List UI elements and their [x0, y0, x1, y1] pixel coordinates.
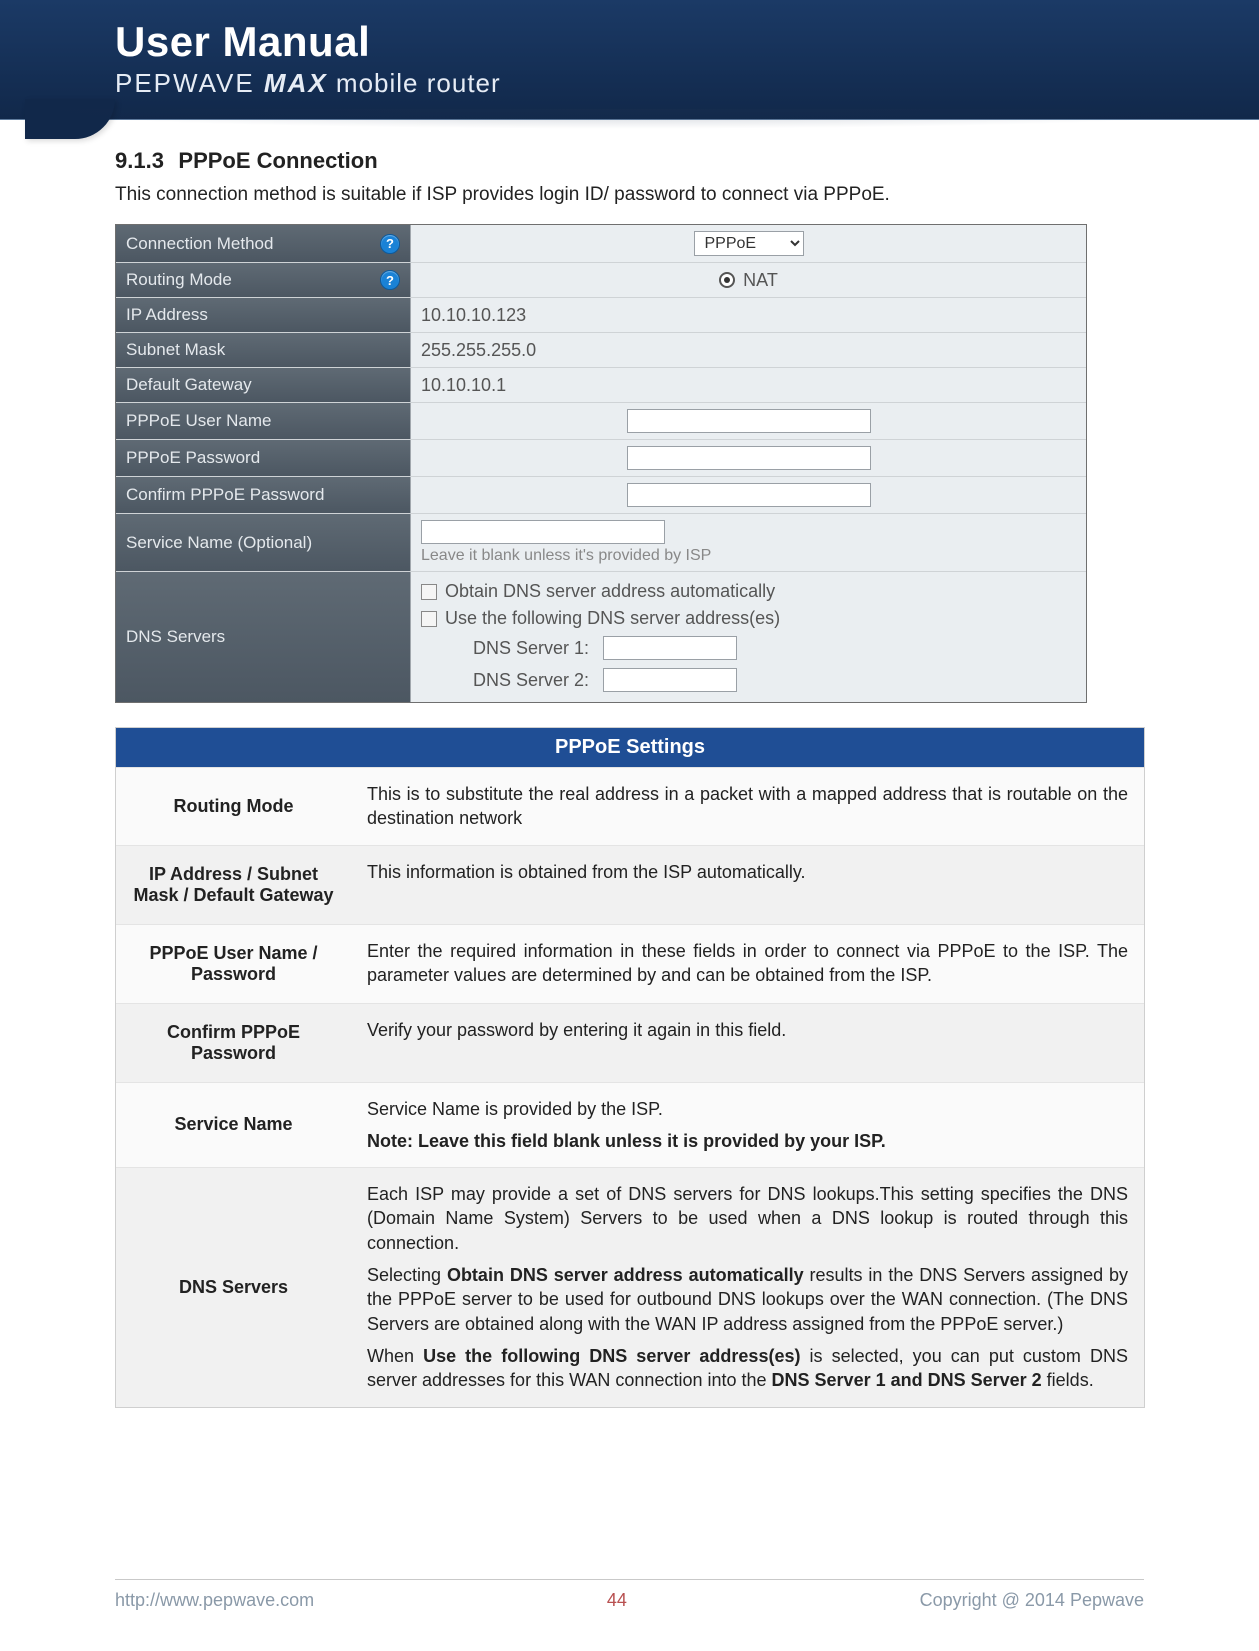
page-footer: http://www.pepwave.com 44 Copyright @ 20… — [115, 1579, 1144, 1611]
label-routing-mode-text: Routing Mode — [126, 270, 232, 290]
label-connection-method-text: Connection Method — [126, 234, 273, 254]
value-routing-mode: NAT — [411, 263, 1086, 297]
value-ip-address: 10.10.10.123 — [411, 298, 1086, 332]
service-name-line2: Note: Leave this field blank unless it i… — [367, 1129, 1128, 1153]
routing-mode-nat-label: NAT — [743, 270, 778, 291]
pppoe-username-input[interactable] — [627, 409, 871, 433]
footer-url: http://www.pepwave.com — [115, 1590, 314, 1611]
dns-auto-checkbox[interactable] — [421, 584, 437, 600]
settings-desc-ip-subnet-gateway: This information is obtained from the IS… — [351, 846, 1144, 924]
section-number: 9.1.3 — [115, 148, 164, 173]
dns-manual-checkbox[interactable] — [421, 611, 437, 627]
dns-manual-label: Use the following DNS server address(es) — [445, 608, 780, 629]
settings-label-confirm-password: Confirm PPPoE Password — [116, 1004, 351, 1082]
help-icon[interactable]: ? — [380, 234, 400, 254]
settings-table-header: PPPoE Settings — [116, 728, 1144, 767]
service-name-hint: Leave it blank unless it's provided by I… — [421, 547, 1076, 565]
dns-desc-p1: Each ISP may provide a set of DNS server… — [367, 1182, 1128, 1255]
dns-auto-label: Obtain DNS server address automatically — [445, 581, 775, 602]
dns-desc-p2: Selecting Obtain DNS server address auto… — [367, 1263, 1128, 1336]
settings-desc-service-name: Service Name is provided by the ISP. Not… — [351, 1083, 1144, 1168]
dns1-label: DNS Server 1: — [473, 638, 603, 659]
settings-desc-confirm-password: Verify your password by entering it agai… — [351, 1004, 1144, 1082]
settings-desc-pppoe-credentials: Enter the required information in these … — [351, 925, 1144, 1003]
brand-name: MAX — [264, 68, 328, 98]
label-subnet-mask: Subnet Mask — [116, 333, 411, 367]
dns1-input[interactable] — [603, 636, 737, 660]
footer-copyright: Copyright @ 2014 Pepwave — [920, 1590, 1144, 1611]
pppoe-password-input[interactable] — [627, 446, 871, 470]
label-pppoe-password: PPPoE Password — [116, 440, 411, 476]
service-name-line1: Service Name is provided by the ISP. — [367, 1097, 1128, 1121]
service-name-input[interactable] — [421, 520, 665, 544]
dns2-input[interactable] — [603, 668, 737, 692]
brand-suffix: mobile router — [328, 68, 501, 98]
section-title: PPPoE Connection — [178, 148, 377, 173]
manual-header: User Manual PEPWAVE MAX mobile router — [0, 0, 1259, 120]
help-icon[interactable]: ? — [380, 270, 400, 290]
settings-desc-routing-mode: This is to substitute the real address i… — [351, 768, 1144, 845]
section-heading: 9.1.3 PPPoE Connection — [115, 148, 1144, 174]
settings-label-routing-mode: Routing Mode — [116, 768, 351, 845]
label-pppoe-username: PPPoE User Name — [116, 403, 411, 439]
label-ip-address: IP Address — [116, 298, 411, 332]
pppoe-settings-table: PPPoE Settings Routing Mode This is to s… — [115, 727, 1145, 1408]
settings-label-service-name: Service Name — [116, 1083, 351, 1168]
settings-label-ip-subnet-gateway: IP Address / Subnet Mask / Default Gatew… — [116, 846, 351, 924]
connection-method-select[interactable]: PPPoE — [694, 231, 804, 256]
label-connection-method: Connection Method ? — [116, 225, 411, 262]
manual-title: User Manual — [115, 18, 1259, 66]
label-confirm-pppoe-password: Confirm PPPoE Password — [116, 477, 411, 513]
dns2-label: DNS Server 2: — [473, 670, 603, 691]
brand-prefix: PEPWAVE — [115, 68, 264, 98]
routing-mode-radio-nat[interactable] — [719, 272, 735, 288]
section-intro: This connection method is suitable if IS… — [115, 184, 1144, 206]
label-dns-servers: DNS Servers — [116, 572, 411, 702]
label-service-name: Service Name (Optional) — [116, 514, 411, 571]
value-connection-method: PPPoE — [411, 225, 1086, 262]
settings-label-pppoe-credentials: PPPoE User Name / Password — [116, 925, 351, 1003]
pppoe-config-panel: Connection Method ? PPPoE Routing Mode ?… — [115, 224, 1087, 703]
label-routing-mode: Routing Mode ? — [116, 263, 411, 297]
value-default-gateway: 10.10.10.1 — [411, 368, 1086, 402]
manual-subtitle: PEPWAVE MAX mobile router — [115, 68, 1259, 99]
label-default-gateway: Default Gateway — [116, 368, 411, 402]
settings-label-dns-servers: DNS Servers — [116, 1168, 351, 1406]
value-subnet-mask: 255.255.255.0 — [411, 333, 1086, 367]
confirm-pppoe-password-input[interactable] — [627, 483, 871, 507]
dns-desc-p3: When Use the following DNS server addres… — [367, 1344, 1128, 1393]
settings-desc-dns-servers: Each ISP may provide a set of DNS server… — [351, 1168, 1144, 1406]
footer-page-number: 44 — [607, 1590, 627, 1611]
